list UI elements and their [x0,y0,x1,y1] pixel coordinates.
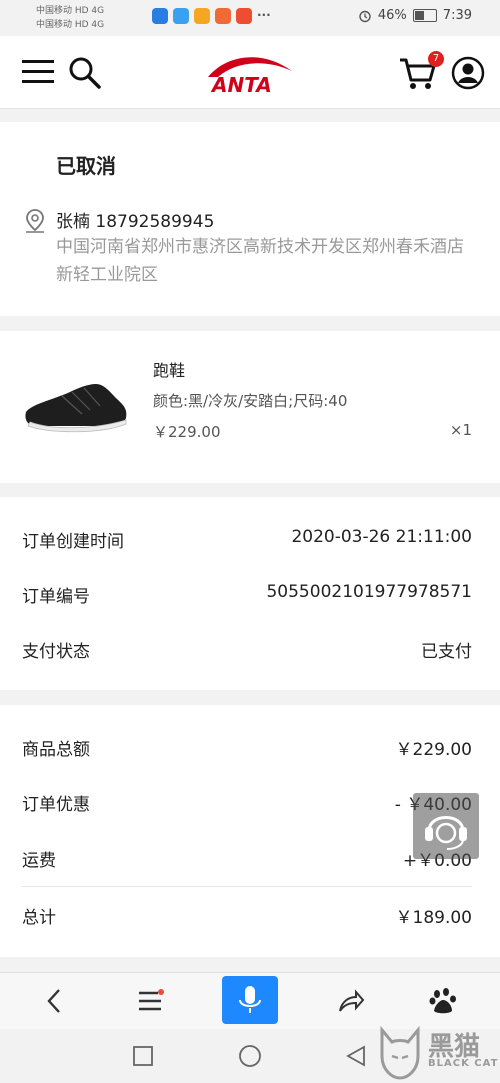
search-icon[interactable] [68,56,102,90]
clock: 7:39 [442,8,472,23]
overflow-indicator: ··· [257,8,271,22]
menu-button[interactable] [122,973,178,1029]
logo-text: ANTA [212,73,272,97]
battery-percent: 46% [377,8,407,23]
order-created-label: 订单创建时间 [22,532,124,552]
shipping-label: 运费 [22,851,56,871]
product-quantity: ×1 [449,421,472,439]
battery-icon [412,9,437,22]
order-total-label: 总计 [22,908,56,928]
system-back-icon[interactable] [345,1045,367,1067]
customer-service-button[interactable] [413,793,479,859]
app-notification-icon [152,8,168,24]
app-notification-icon [236,8,252,24]
order-number-value[interactable]: 5055002101977978571 [266,582,472,602]
payment-status-value: 已支付 [421,642,472,662]
black-cat-logo [380,1026,420,1080]
product-name[interactable]: 跑鞋 [153,357,185,381]
baidu-button[interactable] [415,973,471,1029]
discount-label: 订单优惠 [22,795,90,815]
carrier-1: 中国移动 HD 4G [36,6,105,16]
order-status: 已取消 [56,154,116,178]
carrier-2: 中国移动 HD 4G [36,20,105,30]
goods-total-label: 商品总额 [22,740,90,760]
home-icon[interactable] [238,1044,262,1068]
microphone-icon [239,986,261,1013]
list-menu-icon [139,989,164,1011]
share-icon [339,989,365,1012]
black-cat-watermark: 黑猫 BLACK CAT [372,1022,500,1083]
app-notification-icon [194,8,210,24]
location-pin-icon [26,209,44,233]
order-total-value: ￥189.00 [395,908,472,928]
app-notification-icon [215,8,231,24]
alarm-icon [359,10,371,22]
notification-icons: ··· [152,8,271,24]
payment-status-label: 支付状态 [22,642,90,662]
status-bar: 中国移动 HD 4G 中国移动 HD 4G ··· 46% 7:39 [0,0,500,34]
recipient-name-phone: 张楠 18792589945 [56,212,215,232]
user-icon[interactable] [451,56,485,90]
goods-total-value: ￥229.00 [395,740,472,760]
shipping-address: 中国河南省郑州市惠济区高新技术开发区郑州春禾酒店新轻工业院区 [56,237,464,285]
back-button[interactable] [26,973,82,1029]
cart-badge: 7 [428,51,444,67]
baidu-paw-icon [429,988,456,1014]
order-created-value: 2020-03-26 21:11:00 [291,527,472,547]
back-icon [47,989,60,1013]
total-divider [22,886,472,887]
voice-search-button[interactable] [222,976,278,1024]
product-price: ￥229.00 [153,423,221,441]
recent-apps-icon[interactable] [132,1045,154,1067]
status-right: 46% 7:39 [358,8,472,23]
app-notification-icon [173,8,189,24]
order-number-label: 订单编号 [22,587,90,607]
watermark-subtitle: BLACK CAT [428,1058,499,1069]
product-spec: 颜色:黑/冷灰/安踏白;尺码:40 [153,392,348,410]
menu-icon[interactable] [22,58,54,86]
anta-logo[interactable]: ANTA [206,49,296,97]
product-image[interactable] [22,378,132,434]
share-button[interactable] [323,973,379,1029]
headset-icon [425,816,467,850]
app-header: ANTA 7 [0,36,500,109]
